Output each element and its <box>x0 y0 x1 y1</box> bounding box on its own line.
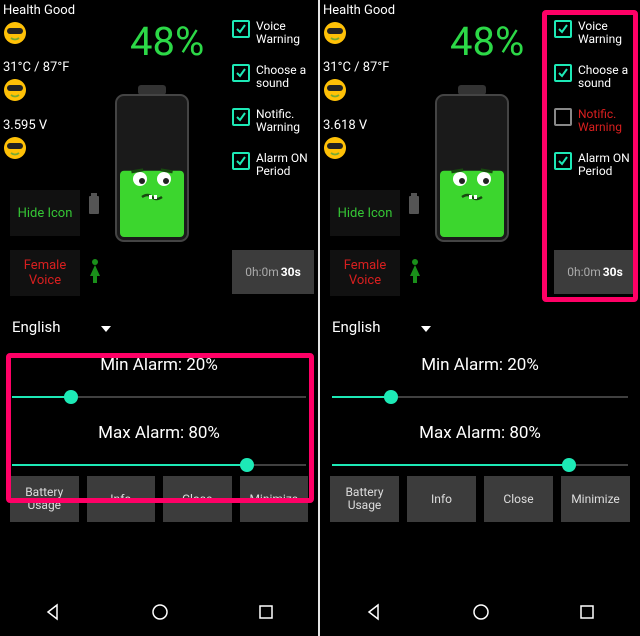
slider-thumb[interactable] <box>562 458 576 472</box>
battery-small-icon <box>88 193 100 219</box>
option-row[interactable]: Voice Warning <box>232 20 316 46</box>
footer-button-close[interactable]: Close <box>163 476 232 522</box>
language-value: English <box>12 318 61 336</box>
option-label: Notific. Warning <box>578 108 638 134</box>
slider-thumb[interactable] <box>240 458 254 472</box>
option-label: Alarm ON Period <box>256 152 316 178</box>
status-volt: 3.618 V <box>323 118 367 133</box>
option-label: Notific. Warning <box>256 108 316 134</box>
checkbox[interactable] <box>232 64 250 82</box>
female-person-icon <box>88 258 102 288</box>
checkbox[interactable] <box>232 108 250 126</box>
option-row[interactable]: Notific. Warning <box>232 108 316 134</box>
checkbox[interactable] <box>232 20 250 38</box>
footer-button-battery-usage[interactable]: Battery Usage <box>330 476 399 522</box>
min-alarm-slider[interactable] <box>332 385 628 409</box>
status-health: Health Good <box>323 3 395 18</box>
option-row[interactable]: Alarm ON Period <box>554 152 638 178</box>
option-row[interactable]: Notific. Warning <box>554 108 638 134</box>
option-label: Voice Warning <box>256 20 316 46</box>
alarm-period-button[interactable]: 0h:0m 30s <box>232 250 314 294</box>
footer-button-info[interactable]: Info <box>407 476 476 522</box>
battery-small-icon <box>408 193 420 219</box>
female-voice-button[interactable]: Female Voice <box>330 250 400 296</box>
max-alarm-slider[interactable] <box>12 453 306 477</box>
language-value: English <box>332 318 381 336</box>
max-alarm-label: Max Alarm: 80% <box>12 423 306 443</box>
footer-button-close[interactable]: Close <box>484 476 553 522</box>
checkbox[interactable] <box>554 152 572 170</box>
period-bold: 30s <box>603 265 623 279</box>
slider-thumb[interactable] <box>384 390 398 404</box>
female-person-icon <box>408 258 422 288</box>
alarm-period-button[interactable]: 0h:0m 30s <box>554 250 636 294</box>
footer-button-battery-usage[interactable]: Battery Usage <box>10 476 79 522</box>
checkbox[interactable] <box>554 64 572 82</box>
status-volt: 3.595 V <box>3 118 47 133</box>
dropdown-triangle-icon <box>101 318 111 336</box>
option-row[interactable]: Choose a sound <box>232 64 316 90</box>
language-dropdown[interactable]: English <box>12 318 111 336</box>
cool-emoji-icon <box>3 134 27 160</box>
battery-percent: 48% <box>450 18 524 65</box>
min-alarm-slider[interactable] <box>12 385 306 409</box>
checkbox[interactable] <box>554 108 572 126</box>
footer-button-minimize[interactable]: Minimize <box>561 476 630 522</box>
option-row[interactable]: Voice Warning <box>554 20 638 46</box>
female-voice-button[interactable]: Female Voice <box>10 250 80 296</box>
cool-emoji-icon <box>323 134 347 160</box>
status-temp: 31°C / 87°F <box>3 60 69 75</box>
option-label: Alarm ON Period <box>578 152 638 178</box>
nav-recent-button[interactable] <box>578 603 596 621</box>
nav-back-button[interactable] <box>364 602 384 622</box>
max-alarm-slider[interactable] <box>332 453 628 477</box>
cool-emoji-icon <box>3 19 27 45</box>
checkbox[interactable] <box>232 152 250 170</box>
footer-button-info[interactable]: Info <box>87 476 156 522</box>
option-label: Choose a sound <box>578 64 638 90</box>
battery-percent: 48% <box>130 18 204 65</box>
period-bold: 30s <box>281 265 301 279</box>
cool-emoji-icon <box>323 76 347 102</box>
language-dropdown[interactable]: English <box>332 318 431 336</box>
footer-button-minimize[interactable]: Minimize <box>240 476 309 522</box>
min-alarm-label: Min Alarm: 20% <box>12 355 306 375</box>
status-health: Health Good <box>3 3 75 18</box>
option-row[interactable]: Choose a sound <box>554 64 638 90</box>
option-label: Voice Warning <box>578 20 638 46</box>
hide-icon-button[interactable]: Hide Icon <box>330 190 400 236</box>
slider-thumb[interactable] <box>64 390 78 404</box>
nav-home-button[interactable] <box>471 602 491 622</box>
cool-emoji-icon <box>3 76 27 102</box>
option-label: Choose a sound <box>256 64 316 90</box>
dropdown-triangle-icon <box>421 318 431 336</box>
nav-back-button[interactable] <box>43 602 63 622</box>
checkbox[interactable] <box>554 20 572 38</box>
cool-emoji-icon <box>323 19 347 45</box>
battery-icon <box>112 85 192 245</box>
hide-icon-button[interactable]: Hide Icon <box>10 190 80 236</box>
min-alarm-label: Min Alarm: 20% <box>332 355 628 375</box>
period-prefix: 0h:0m <box>567 265 601 279</box>
option-row[interactable]: Alarm ON Period <box>232 152 316 178</box>
battery-icon <box>432 85 512 245</box>
nav-recent-button[interactable] <box>257 603 275 621</box>
status-temp: 31°C / 87°F <box>323 60 389 75</box>
max-alarm-label: Max Alarm: 80% <box>332 423 628 443</box>
nav-home-button[interactable] <box>150 602 170 622</box>
period-prefix: 0h:0m <box>245 265 279 279</box>
